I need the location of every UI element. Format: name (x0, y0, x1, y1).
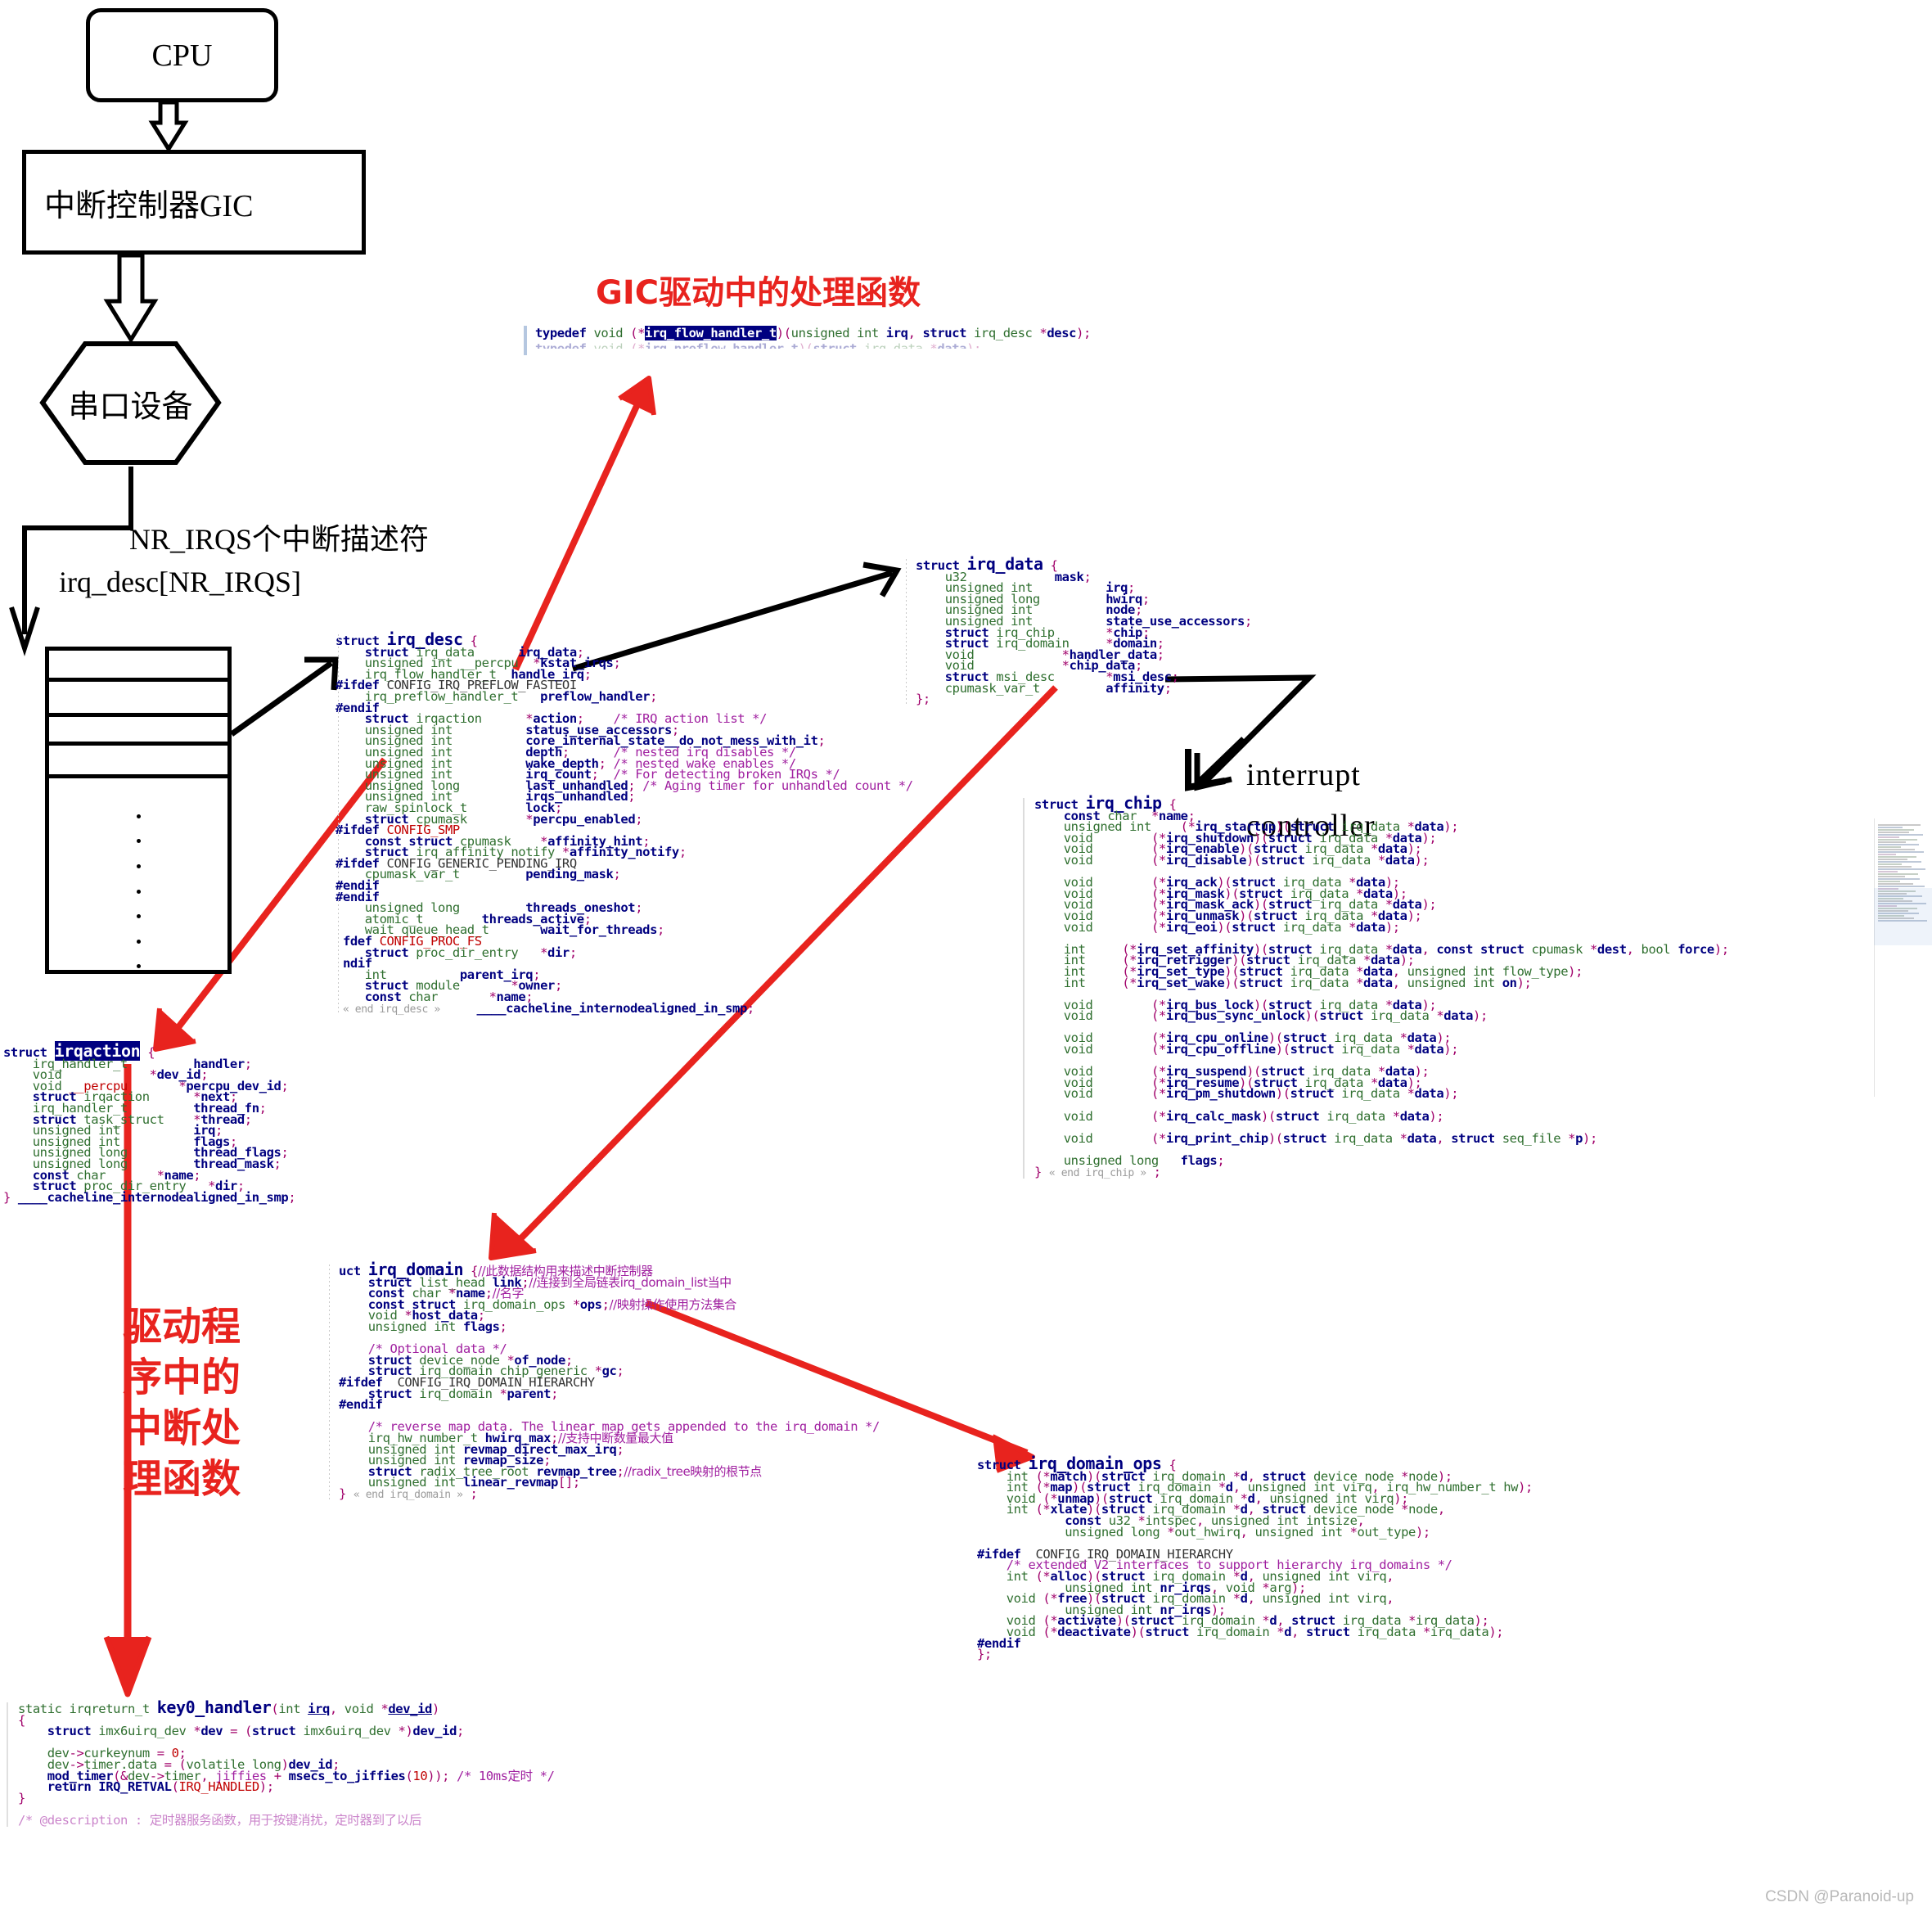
array-slot (49, 717, 227, 746)
arrow-gic-to-serial (103, 253, 159, 344)
code-struct-irq-data: struct irq_data { u32 mask; unsigned int… (904, 554, 1330, 707)
node-serial-device: 串口设备 (38, 340, 223, 467)
code-key0-handler-body: static irqreturn_t key0_handler(int irq,… (18, 1697, 555, 1828)
array-ellipsis (49, 778, 227, 975)
node-gic-label: 中断控制器GIC (44, 188, 254, 223)
code-irq-domain-body: uct irq_domain {//此数据结构用来描述中断控制器 struct … (339, 1260, 880, 1501)
node-gic: 中断控制器GIC (22, 150, 366, 255)
code-struct-irqaction: struct irqaction { irq_handler_t handler… (0, 1041, 344, 1205)
arrow-array-to-irqdesc (229, 656, 339, 737)
array-slot (49, 682, 227, 717)
connector-serial-to-array (9, 467, 133, 656)
code-typedef-irq-flow-handler: typedef void (*irq_flow_handler_t)(unsig… (524, 326, 1260, 355)
code-struct-irq-domain: uct irq_domain {//此数据结构用来描述中断控制器 struct … (327, 1260, 998, 1501)
array-caption-line2: irq_desc[NR_IRQS] (59, 566, 301, 598)
irq-desc-array (45, 647, 232, 974)
code-typedef-line: typedef void (*irq_flow_handler_t)(unsig… (535, 326, 1091, 340)
annotation-driver-line: 中断处 (123, 1405, 241, 1451)
minimap-viewport[interactable] (1874, 888, 1932, 945)
array-slot (49, 651, 227, 682)
annotation-driver-line: 理函数 (123, 1456, 241, 1502)
diagram-canvas: CPU 中断控制器GIC 串口设备 NR_IRQS个中断描述符 irq_desc… (0, 0, 1932, 1916)
code-irq-domain-ops-body: struct irq_domain_ops { int (*match)(str… (977, 1454, 1533, 1662)
node-cpu-label: CPU (151, 38, 213, 73)
annotation-driver-handler: 驱动程 序中的 中断处 理函数 (123, 1301, 254, 1504)
code-struct-irq-domain-ops: struct irq_domain_ops { int (*match)(str… (972, 1454, 1709, 1662)
editor-minimap[interactable] (1874, 818, 1932, 1097)
code-irq-chip-body: struct irq_chip { const char *name; unsi… (1034, 793, 1729, 1179)
code-struct-irq-chip: struct irq_chip { const char *name; unsi… (1023, 793, 1890, 1179)
array-caption-line1: NR_IRQS个中断描述符 (129, 523, 430, 556)
code-struct-irq-desc: struct irq_desc { struct irq_data irq_da… (336, 629, 990, 1016)
arrow-cpu-to-gic (148, 100, 189, 153)
annotation-interrupt: interrupt (1246, 758, 1361, 792)
node-cpu: CPU (86, 8, 278, 102)
node-serial-label: 串口设备 (68, 390, 193, 424)
code-typedef-line-partial: typedef void (*irq_preflow_handler_t)(st… (535, 341, 981, 349)
csdn-watermark: CSDN @Paranoid-up (1765, 1888, 1914, 1905)
code-irq-desc-body: struct irq_desc { struct irq_data irq_da… (336, 629, 913, 1016)
code-irqaction-body: struct irqaction { irq_handler_t handler… (3, 1041, 296, 1205)
code-key0-handler: static irqreturn_t key0_handler(int irq,… (0, 1697, 736, 1828)
annotation-driver-line: 驱动程 (123, 1304, 241, 1350)
arrow-handle-irq-to-typedef (512, 376, 656, 671)
annotation-gic-handler-title: GIC驱动中的处理函数 (596, 274, 921, 312)
array-slot (49, 746, 227, 778)
code-irq-data-body: struct irq_data { u32 mask; unsigned int… (916, 554, 1252, 707)
annotation-driver-line: 序中的 (123, 1355, 241, 1400)
